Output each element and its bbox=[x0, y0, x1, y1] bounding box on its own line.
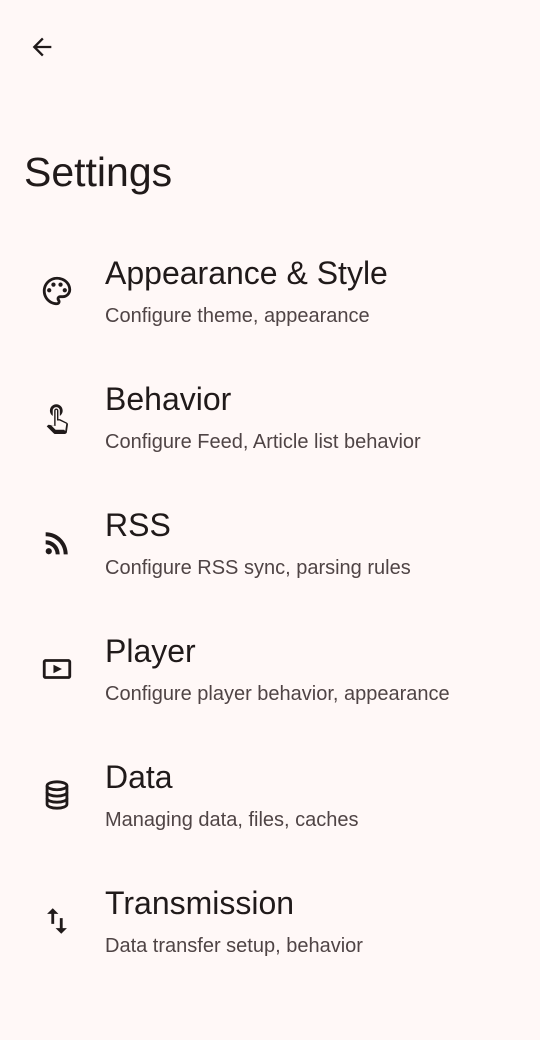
settings-item-title: RSS bbox=[105, 507, 171, 543]
page-title: Settings bbox=[24, 149, 173, 195]
settings-item-title: Transmission bbox=[105, 885, 295, 921]
settings-item-player[interactable]: Player Configure player behavior, appear… bbox=[0, 612, 540, 738]
settings-item-title: Appearance & Style bbox=[105, 255, 388, 291]
settings-item-subtitle: Data transfer setup, behavior bbox=[105, 935, 363, 957]
settings-item-data[interactable]: Data Managing data, files, caches bbox=[0, 738, 540, 864]
settings-item-title: Player bbox=[105, 633, 196, 669]
settings-list: Appearance & Style Configure theme, appe… bbox=[0, 234, 540, 990]
settings-item-rss[interactable]: RSS Configure RSS sync, parsing rules bbox=[0, 486, 540, 612]
settings-item-subtitle: Managing data, files, caches bbox=[105, 809, 359, 831]
swap-vert-icon bbox=[39, 903, 75, 939]
settings-item-appearance[interactable]: Appearance & Style Configure theme, appe… bbox=[0, 234, 540, 360]
settings-item-behavior[interactable]: Behavior Configure Feed, Article list be… bbox=[0, 360, 540, 486]
arrow-back-icon bbox=[28, 33, 56, 66]
database-icon bbox=[39, 777, 75, 813]
settings-item-title: Behavior bbox=[105, 381, 232, 417]
touch-icon bbox=[39, 399, 75, 435]
settings-item-subtitle: Configure Feed, Article list behavior bbox=[105, 431, 421, 453]
settings-item-title: Data bbox=[105, 759, 173, 795]
settings-item-transmission[interactable]: Transmission Data transfer setup, behavi… bbox=[0, 864, 540, 990]
settings-item-subtitle: Configure RSS sync, parsing rules bbox=[105, 557, 411, 579]
back-button[interactable] bbox=[18, 25, 66, 73]
rss-feed-icon bbox=[39, 525, 75, 561]
settings-item-subtitle: Configure theme, appearance bbox=[105, 305, 370, 327]
play-box-icon bbox=[39, 651, 75, 687]
palette-icon bbox=[39, 273, 75, 309]
settings-item-subtitle: Configure player behavior, appearance bbox=[105, 683, 450, 705]
